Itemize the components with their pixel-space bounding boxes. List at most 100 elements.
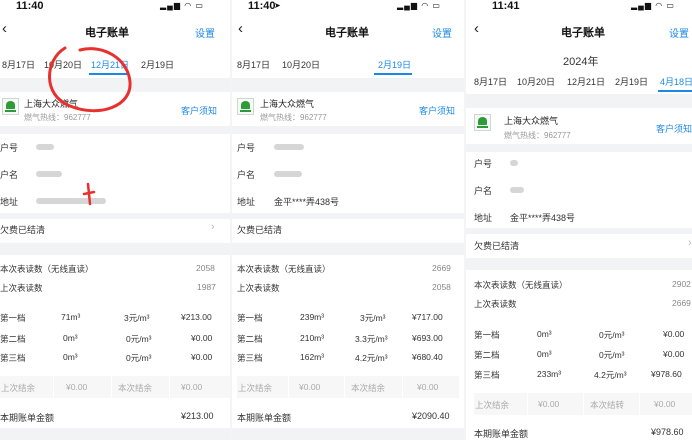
tab-date[interactable]: 8月17日 — [474, 75, 507, 88]
back-icon[interactable]: ‹ — [474, 20, 479, 37]
section-divider — [232, 213, 464, 219]
section-divider — [466, 228, 692, 234]
tab-date-active[interactable]: 4月18日 — [660, 75, 692, 88]
company-name: 上海大众燃气 — [24, 99, 79, 109]
last-reading-label: 上次表读数 — [474, 299, 517, 309]
last-balance-label: 上次结余 — [475, 400, 510, 410]
arrears-status[interactable]: 欠费已结清 — [474, 239, 519, 252]
customer-notice-link[interactable]: 客户须知 — [181, 104, 217, 117]
tab-date[interactable]: 2月19日 — [141, 58, 174, 71]
tier-name: 第一档 — [0, 313, 26, 323]
bill-total-label: 本期账单金额 — [237, 413, 292, 423]
redacted-value — [510, 160, 518, 166]
current-balance-label: 本次结转 — [590, 400, 625, 410]
current-reading-label: 本次表读数（无线直读） — [237, 264, 331, 274]
current-reading-label: 本次表读数（无线直读） — [0, 264, 94, 274]
active-tab-indicator — [374, 73, 412, 75]
redacted-value — [36, 198, 106, 204]
hotline: 燃气热线：962777 — [260, 113, 327, 122]
tier-price: 3元/m³ — [124, 313, 150, 323]
back-icon[interactable]: ‹ — [238, 20, 243, 37]
last-reading-value: 2058 — [432, 282, 451, 292]
bill-total-value: ¥213.00 — [181, 411, 214, 421]
arrears-status[interactable]: 欠费已结清 — [0, 223, 45, 236]
section-divider — [0, 213, 230, 219]
section-divider — [0, 126, 230, 134]
settings-link[interactable]: 设置 — [195, 25, 215, 40]
arrears-status[interactable]: 欠费已结清 — [237, 223, 282, 236]
account-number-label: 户号 — [474, 159, 493, 169]
signal-wifi-battery-icon: ▂▄▆ ◠ ▭ — [160, 1, 204, 10]
account-name-label: 户名 — [237, 170, 256, 180]
tab-date[interactable]: 10月20日 — [282, 58, 320, 71]
redacted-value — [274, 171, 302, 177]
tier-amount: ¥680.40 — [412, 352, 443, 362]
tier-price: 0元/m³ — [126, 334, 152, 344]
tab-date[interactable]: 8月17日 — [237, 58, 270, 71]
tier-usage: 233m³ — [537, 369, 562, 379]
tier-usage: 0m³ — [63, 352, 78, 362]
tier-amount: ¥693.00 — [412, 333, 443, 343]
chevron-right-icon[interactable]: › — [688, 237, 692, 249]
current-reading-label: 本次表读数（无线直读） — [474, 280, 568, 290]
tier-usage: 71m³ — [61, 312, 81, 322]
tier-usage: 162m³ — [300, 352, 325, 362]
bill-screen-1: 11:40 ▂▄▆ ◠ ▭ ‹ 电子账单 设置 8月17日 10月20日 12月… — [0, 0, 230, 440]
tab-date-active[interactable]: 2月19日 — [378, 58, 411, 71]
tier-amount: ¥0.00 — [191, 352, 213, 362]
company-logo-icon — [2, 98, 19, 115]
customer-notice-link[interactable]: 客户须知 — [419, 104, 455, 117]
section-divider — [0, 428, 230, 440]
last-reading-value: 2669 — [672, 298, 691, 308]
last-balance-value: ¥0.00 — [66, 382, 88, 392]
tier-usage: 0m³ — [63, 333, 78, 343]
tab-date[interactable]: 8月17日 — [2, 58, 35, 71]
last-reading-label: 上次表读数 — [237, 283, 280, 293]
tab-date[interactable]: 10月20日 — [517, 75, 555, 88]
redacted-value — [510, 187, 524, 193]
account-name-label: 户名 — [474, 186, 493, 196]
section-divider — [466, 258, 692, 270]
hotline: 燃气热线：962777 — [24, 113, 91, 122]
page-title: 电子账单 — [85, 27, 129, 39]
section-divider — [466, 94, 692, 108]
chevron-right-icon[interactable]: › — [211, 221, 215, 233]
active-tab-indicator — [658, 90, 692, 92]
tier-name: 第一档 — [474, 330, 500, 340]
tier-price: 4.2元/m³ — [355, 353, 388, 363]
tier-price: 3元/m³ — [360, 313, 386, 323]
tier-price: 0元/m³ — [599, 350, 625, 360]
redacted-value — [274, 144, 304, 150]
section-divider — [232, 428, 464, 440]
back-icon[interactable]: ‹ — [2, 20, 7, 37]
current-balance-value: ¥0.00 — [654, 399, 676, 409]
bill-total-label: 本期账单金额 — [474, 429, 529, 439]
page-title: 电子账单 — [325, 27, 369, 39]
company-name: 上海大众燃气 — [260, 99, 315, 109]
customer-notice-link[interactable]: 客户须知 — [656, 122, 692, 135]
address-label: 地址 — [237, 197, 256, 207]
address-label: 地址 — [474, 213, 493, 223]
page-title: 电子账单 — [561, 27, 605, 39]
tier-name: 第一档 — [237, 313, 263, 323]
settings-link[interactable]: 设置 — [669, 25, 689, 40]
tier-name: 第二档 — [474, 350, 500, 360]
tier-usage: 210m³ — [300, 333, 325, 343]
tier-price: 0元/m³ — [126, 353, 152, 363]
comparison-stage: 11:40 ▂▄▆ ◠ ▭ ‹ 电子账单 设置 8月17日 10月20日 12月… — [0, 0, 692, 440]
account-number-label: 户号 — [237, 143, 256, 153]
tab-date[interactable]: 12月21日 — [567, 75, 605, 88]
tier-usage: 0m³ — [537, 329, 552, 339]
settings-link[interactable]: 设置 — [432, 25, 452, 40]
tier-amount: ¥717.00 — [412, 312, 443, 322]
tab-date[interactable]: 2月19日 — [615, 75, 648, 88]
bill-total-value: ¥2090.40 — [412, 411, 450, 421]
section-divider — [466, 144, 692, 152]
tab-date-active[interactable]: 12月21日 — [91, 58, 129, 71]
redacted-value — [36, 171, 62, 177]
last-balance-label: 上次结余 — [1, 383, 36, 393]
hotline: 燃气热线：962777 — [504, 131, 571, 140]
address-value: 金平****弄438号 — [274, 197, 340, 207]
tab-date[interactable]: 10月20日 — [44, 58, 82, 71]
bill-total-value: ¥978.60 — [651, 427, 684, 437]
